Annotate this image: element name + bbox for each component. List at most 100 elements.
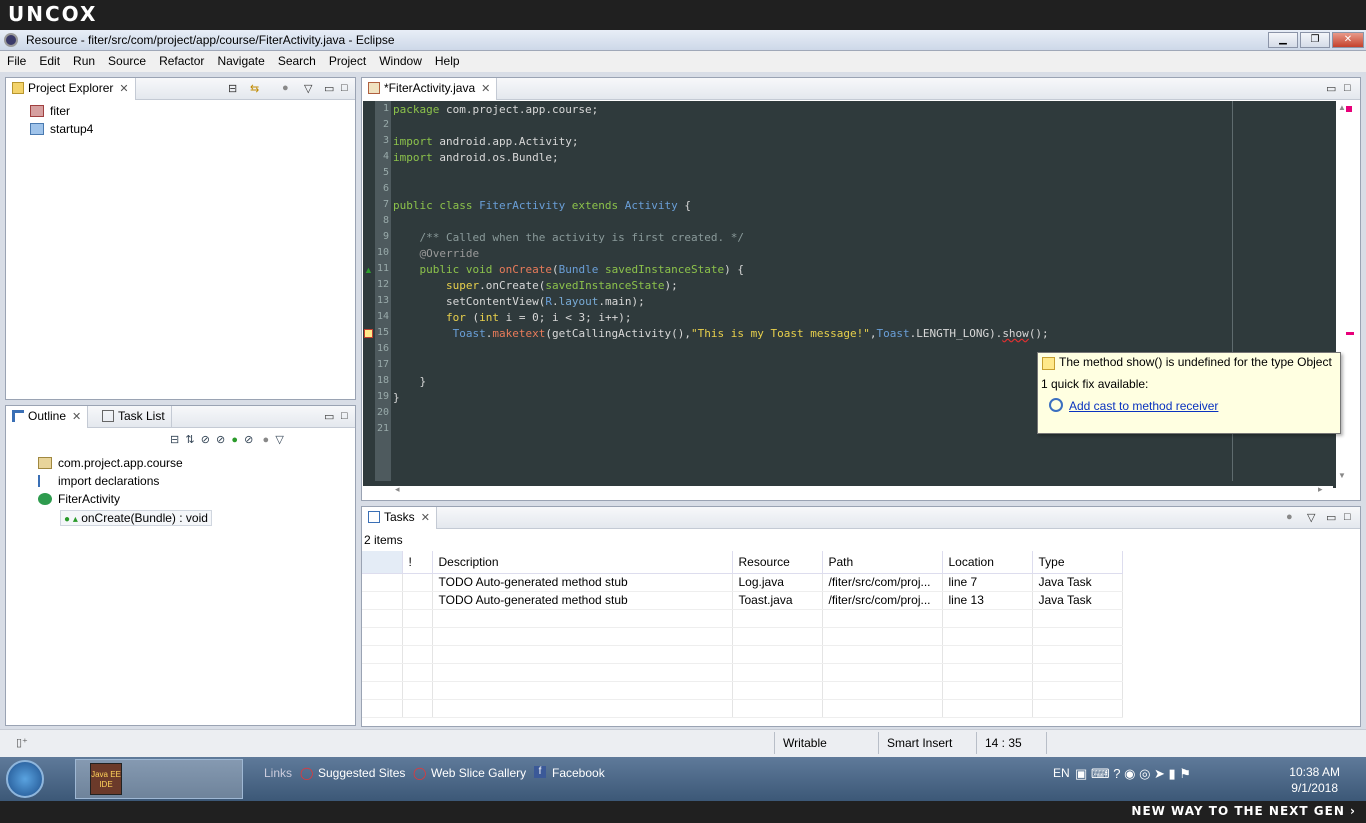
close-button[interactable]: ✕ <box>1332 32 1364 48</box>
tab-outline[interactable]: Outline ✕ <box>6 406 89 428</box>
tray-icons[interactable]: ▣ ⌨ ? ◉ ◎ ➤ ▮ ⚑ <box>1075 766 1191 782</box>
menu-run[interactable]: Run <box>66 51 101 68</box>
clock[interactable]: 10:38 AM 9/1/2018 <box>1289 764 1340 796</box>
tree-label: com.project.app.course <box>58 456 183 470</box>
minimize-view-icon[interactable]: ▭ <box>324 82 334 95</box>
code-token: .LENGTH_LONG). <box>909 327 1003 340</box>
view-menu-icon[interactable]: ▽ <box>304 82 312 95</box>
column-description[interactable]: Description <box>432 551 733 574</box>
minimize-view-icon[interactable]: ▭ <box>324 410 334 423</box>
tab-fiteractivity-java[interactable]: *FiterActivity.java ✕ <box>362 78 498 100</box>
menu-search[interactable]: Search <box>271 51 322 68</box>
tab-label: *FiterActivity.java <box>384 81 476 95</box>
menu-help[interactable]: Help <box>428 51 466 68</box>
taskbar-app-java-ee[interactable]: Java EE IDE <box>75 759 243 799</box>
tab-task-list[interactable]: Task List <box>96 406 172 428</box>
outline-item-class[interactable]: FiterActivity <box>38 492 120 506</box>
code-token: Activity <box>624 199 678 212</box>
eclipse-icon <box>4 33 18 47</box>
maximize-view-icon[interactable]: □ <box>1344 511 1351 523</box>
column-sort-completed[interactable] <box>362 551 403 574</box>
quick-fix-link[interactable]: Add cast to method receiver <box>1069 399 1218 413</box>
line-number: 1 <box>382 103 389 114</box>
menu-project[interactable]: Project <box>322 51 372 68</box>
link-web-slice-gallery[interactable]: Web Slice Gallery <box>431 766 526 780</box>
link-facebook[interactable]: Facebook <box>552 766 605 780</box>
table-row[interactable]: TODO Auto-generated method stub Toast.ja… <box>362 591 1123 610</box>
collapse-all-icon[interactable]: ⊟ <box>228 82 237 95</box>
column-path[interactable]: Path <box>822 551 943 574</box>
code-token: savedInstanceState <box>598 263 725 276</box>
editor-panel: *FiterActivity.java ✕ ▭ □ 1 2 3 4 5 6 7 8… <box>361 77 1361 501</box>
hide-fields-icon[interactable]: ⊘ <box>201 434 210 446</box>
error-ruler-mark[interactable] <box>1346 332 1354 335</box>
link-suggested-sites[interactable]: Suggested Sites <box>318 766 405 780</box>
hide-nonpublic-icon[interactable]: ● <box>231 434 238 446</box>
view-menu-icon[interactable]: ▽ <box>275 434 283 446</box>
column-type[interactable]: Type <box>1032 551 1123 574</box>
table-cell: line 7 <box>942 573 1033 592</box>
menu-file[interactable]: File <box>0 51 32 68</box>
outline-item-method[interactable]: ● ▴ onCreate(Bundle) : void <box>60 510 212 526</box>
column-resource[interactable]: Resource <box>732 551 823 574</box>
error-marker-icon[interactable] <box>364 329 373 338</box>
menu-refactor[interactable]: Refactor <box>152 51 210 68</box>
outline-item-package[interactable]: com.project.app.course <box>38 456 183 470</box>
minimize-view-icon[interactable]: ▭ <box>1326 82 1336 95</box>
tab-project-explorer[interactable]: Project Explorer ✕ <box>6 78 136 100</box>
maximize-view-icon[interactable]: □ <box>1344 82 1351 94</box>
column-priority[interactable]: ! <box>402 551 433 574</box>
line-number: 20 <box>376 407 389 418</box>
close-icon[interactable]: ✕ <box>481 83 490 95</box>
start-button[interactable] <box>6 760 44 798</box>
bottom-banner: NEW WAY TO THE NEXT GEN › <box>0 801 1366 823</box>
maximize-view-icon[interactable]: □ <box>341 82 348 94</box>
override-marker-icon: ▲ <box>364 265 373 275</box>
scroll-right-icon[interactable]: ▸ <box>1318 484 1323 495</box>
clock-time: 10:38 AM <box>1289 765 1340 779</box>
maximize-button[interactable]: ❐ <box>1300 32 1330 48</box>
hide-static-icon[interactable]: ⊘ <box>216 434 225 446</box>
table-row[interactable]: TODO Auto-generated method stub Log.java… <box>362 573 1123 592</box>
close-icon[interactable]: ✕ <box>72 411 81 423</box>
focus-icon[interactable]: ● <box>263 434 270 446</box>
tab-tasks[interactable]: Tasks ✕ <box>362 507 437 529</box>
close-icon[interactable]: ✕ <box>421 512 430 524</box>
filter-icon[interactable]: ● <box>282 82 289 94</box>
column-location[interactable]: Location <box>942 551 1033 574</box>
project-explorer-panel: Project Explorer ✕ ⊟ ⇆ ● ▽ ▭ □ fiter star… <box>5 77 356 400</box>
error-token[interactable]: show <box>1002 327 1029 340</box>
tree-item-startup4[interactable]: startup4 <box>30 122 93 136</box>
maximize-view-icon[interactable]: □ <box>341 410 348 422</box>
language-indicator[interactable]: EN <box>1053 766 1070 780</box>
tree-item-fiter[interactable]: fiter <box>30 104 70 118</box>
code-line-4: import android.os.Bundle; <box>393 151 559 164</box>
collapse-icon[interactable]: ⊟ <box>170 434 179 446</box>
close-icon[interactable]: ✕ <box>119 83 128 95</box>
menu-edit[interactable]: Edit <box>32 51 66 68</box>
outline-item-imports[interactable]: import declarations <box>38 474 159 488</box>
minimize-view-icon[interactable]: ▭ <box>1326 511 1336 524</box>
code-token: ( <box>551 263 559 276</box>
view-menu-icon[interactable]: ▽ <box>1307 511 1315 524</box>
fast-view-icon[interactable]: ▯⁺ <box>16 736 28 749</box>
menu-window[interactable]: Window <box>372 51 428 68</box>
code-token: R <box>545 295 552 308</box>
filter-icon[interactable]: ● <box>1286 511 1293 523</box>
hide-local-icon[interactable]: ⊘ <box>244 434 253 446</box>
menu-navigate[interactable]: Navigate <box>210 51 270 68</box>
code-token: import <box>393 151 433 164</box>
link-editor-icon[interactable]: ⇆ <box>250 82 259 95</box>
line-number: 17 <box>376 359 389 370</box>
scroll-up-icon[interactable]: ▲ <box>1338 103 1346 112</box>
menu-source[interactable]: Source <box>101 51 152 68</box>
table-row-empty <box>362 681 1123 700</box>
window-title: Resource - fiter/src/com/project/app/cou… <box>26 33 395 47</box>
scroll-down-icon[interactable]: ▼ <box>1338 471 1346 480</box>
tasks-panel: Tasks ✕ ● ▽ ▭ □ 2 items ! Description Res… <box>361 506 1361 727</box>
sort-icon[interactable]: ⇅ <box>185 434 194 446</box>
minimize-button[interactable]: ▁ <box>1268 32 1298 48</box>
code-token: "This is my Toast message!" <box>691 327 870 340</box>
editor-horizontal-scrollbar[interactable]: ◂ ▸ <box>363 484 1333 498</box>
scroll-left-icon[interactable]: ◂ <box>395 484 400 495</box>
